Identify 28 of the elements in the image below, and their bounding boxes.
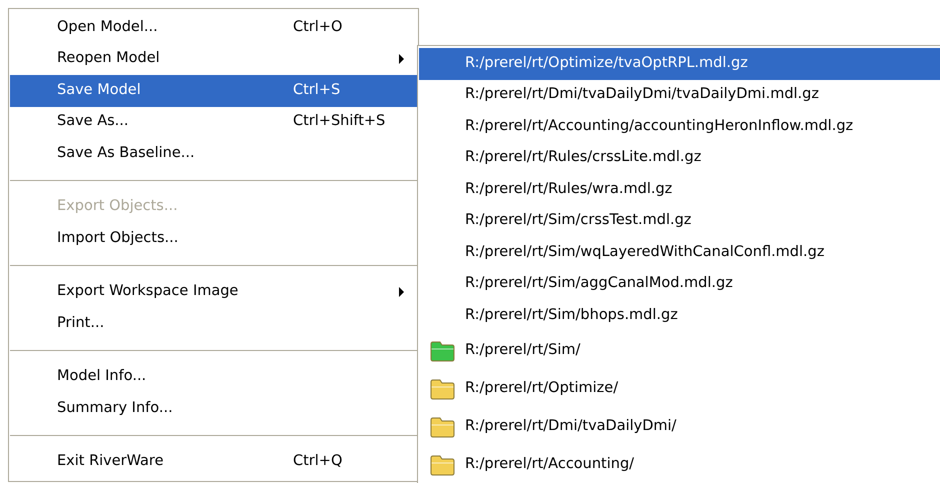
menu-item[interactable]: Save Model Ctrl+S xyxy=(10,75,417,106)
recent-file-item[interactable]: R:/prerel/rt/Dmi/tvaDailyDmi/tvaDailyDmi.mdl.gz xyxy=(419,80,940,111)
recent-file-item[interactable]: R:/prerel/rt/Rules/crssLite.mdl.gz xyxy=(419,142,940,174)
menu-item[interactable]: Reopen Model xyxy=(10,44,417,75)
recent-file-item[interactable]: R:/prerel/rt/Sim/bhops.mdl.gz xyxy=(419,300,940,332)
recent-folder-item[interactable]: R:/prerel/rt/Accounting/ xyxy=(419,446,940,483)
recent-file-item[interactable]: R:/prerel/rt/Accounting/accountingHeronInflow.mdl.gz xyxy=(419,111,940,142)
recent-file-item[interactable]: R:/prerel/rt/Rules/wra.mdl.gz xyxy=(419,174,940,206)
recent-file-item[interactable]: R:/prerel/rt/Sim/aggCanalMod.mdl.gz xyxy=(419,268,940,300)
shortcut-label: Ctrl+Shift+S xyxy=(293,112,386,132)
shortcut-label: Ctrl+Q xyxy=(293,452,344,472)
menu-item[interactable]: Import Objects... xyxy=(10,223,417,254)
menu-item[interactable]: Exit RiverWare Ctrl+Q xyxy=(10,446,417,478)
menu-item[interactable]: Export Workspace Image xyxy=(10,276,417,308)
recent-file-item[interactable]: R:/prerel/rt/Sim/crssTest.mdl.gz xyxy=(419,206,940,237)
recent-file-item[interactable]: R:/prerel/rt/Sim/wqLayeredWithCanalConfl.mdl.gz xyxy=(419,237,940,268)
menu-item[interactable]: Print... xyxy=(10,308,417,340)
menu-item[interactable]: Model Info... xyxy=(10,362,417,393)
recent-folder-item[interactable]: R:/prerel/rt/Optimize/ xyxy=(419,370,940,408)
menu-item[interactable]: Save As Baseline... xyxy=(10,138,417,170)
recent-file-item[interactable]: R:/prerel/rt/Optimize/tvaOptRPL.mdl.gz xyxy=(419,48,940,80)
recent-folder-item[interactable]: R:/prerel/rt/Sim/ xyxy=(419,332,940,370)
menu-item[interactable]: Summary Info... xyxy=(10,393,417,424)
menu-item[interactable]: Save As... Ctrl+Shift+S xyxy=(10,106,417,138)
shortcut-label: Ctrl+S xyxy=(293,80,342,100)
menu-item[interactable]: Open Model... Ctrl+O xyxy=(10,12,417,44)
recent-folder-item[interactable]: R:/prerel/rt/Dmi/tvaDailyDmi/ xyxy=(419,408,940,446)
shortcut-label: Ctrl+O xyxy=(293,18,344,37)
